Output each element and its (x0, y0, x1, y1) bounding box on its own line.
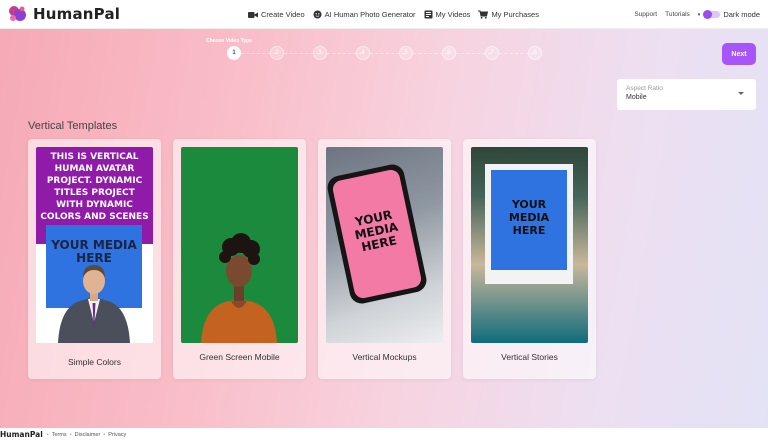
chevron-down-icon (738, 92, 744, 95)
footer: HumanPal • Terms • Disclaimer • Privacy (0, 428, 768, 441)
media-placeholder-text: YOUR MEDIA HERE (508, 198, 550, 237)
toggle-track[interactable] (703, 10, 721, 19)
support-link[interactable]: Support (634, 11, 657, 18)
template-preview: YOUR MEDIA HERE (326, 147, 443, 343)
presenter-avatar-image (201, 233, 277, 343)
media-placeholder-text: YOUR MEDIA HERE (353, 207, 400, 255)
footer-link-disclaimer[interactable]: Disclaimer (75, 432, 101, 438)
step-8[interactable]: 8 (528, 46, 542, 60)
aspect-ratio-label: Aspect Ratio (626, 85, 663, 92)
cart-icon (478, 10, 489, 19)
step-3[interactable]: 3 (313, 46, 327, 60)
step-5[interactable]: 5 (399, 46, 413, 60)
dark-mode-label: Dark mode (723, 10, 760, 19)
step-1[interactable]: 1 (227, 46, 241, 60)
video-camera-icon (248, 11, 258, 19)
step-6[interactable]: 6 (442, 46, 456, 60)
nav-my-purchases[interactable]: My Purchases (478, 10, 539, 19)
main-nav: Create Video AI Human Photo Generator My… (248, 0, 539, 29)
photo-frame: YOUR MEDIA HERE (485, 164, 573, 284)
nav-create-video[interactable]: Create Video (248, 10, 305, 19)
aspect-ratio-select[interactable]: Aspect Ratio Mobile (617, 79, 756, 110)
section-title: Vertical Templates (28, 120, 118, 132)
nav-create-video-label: Create Video (261, 10, 305, 19)
toggle-knob (703, 10, 713, 19)
presenter-avatar-image (58, 265, 130, 343)
brand-name: HumanPal (33, 5, 121, 23)
nav-ai-photo-generator-label: AI Human Photo Generator (324, 10, 416, 19)
aspect-ratio-value: Mobile (626, 94, 647, 101)
nav-my-purchases-label: My Purchases (491, 10, 539, 19)
template-card-green-screen-mobile[interactable]: Green Screen Mobile (173, 139, 306, 379)
nav-my-videos[interactable]: My Videos (424, 10, 471, 19)
video-library-icon (424, 10, 433, 19)
template-label: Vertical Stories (501, 352, 558, 362)
template-card-simple-colors[interactable]: THIS IS VERTICAL HUMAN AVATAR PROJECT. D… (28, 139, 161, 379)
step-4[interactable]: 4 (356, 46, 370, 60)
header-right: Support Tutorials ▾ Dark mode (634, 0, 760, 29)
top-navigation-bar: HumanPal Create Video AI Human Photo Gen… (0, 0, 768, 29)
chevron-down-icon: ▾ (697, 11, 701, 18)
tutorials-link[interactable]: Tutorials (665, 11, 690, 18)
footer-separator: • (46, 431, 49, 438)
dark-mode-toggle[interactable]: ▾ Dark mode (698, 10, 760, 19)
progress-stepper: Choose Video Type 1 2 3 4 5 6 7 8 (206, 38, 552, 68)
template-card-vertical-mockups[interactable]: YOUR MEDIA HERE Vertical Mockups (318, 139, 451, 379)
logo-icon (8, 5, 28, 23)
logo[interactable]: HumanPal (8, 5, 120, 23)
template-card-vertical-stories[interactable]: YOUR MEDIA HERE Vertical Stories (463, 139, 596, 379)
step-2[interactable]: 2 (270, 46, 284, 60)
nav-my-videos-label: My Videos (435, 10, 471, 19)
template-label: Simple Colors (68, 357, 121, 367)
footer-brand: HumanPal (0, 430, 43, 439)
face-icon (313, 10, 322, 19)
stepper-title: Choose Video Type (206, 38, 252, 44)
template-preview: YOUR MEDIA HERE (471, 147, 588, 343)
media-placeholder: YOUR MEDIA HERE (491, 170, 567, 270)
next-button[interactable]: Next (722, 43, 756, 65)
footer-separator: • (103, 431, 106, 438)
template-label: Vertical Mockups (352, 352, 417, 362)
template-label: Green Screen Mobile (199, 352, 280, 362)
footer-link-privacy[interactable]: Privacy (108, 432, 126, 438)
template-preview (181, 147, 298, 343)
nav-ai-photo-generator[interactable]: AI Human Photo Generator (313, 10, 416, 19)
footer-link-terms[interactable]: Terms (52, 432, 67, 438)
step-7[interactable]: 7 (485, 46, 499, 60)
footer-separator: • (69, 431, 72, 438)
template-preview: THIS IS VERTICAL HUMAN AVATAR PROJECT. D… (36, 147, 153, 343)
